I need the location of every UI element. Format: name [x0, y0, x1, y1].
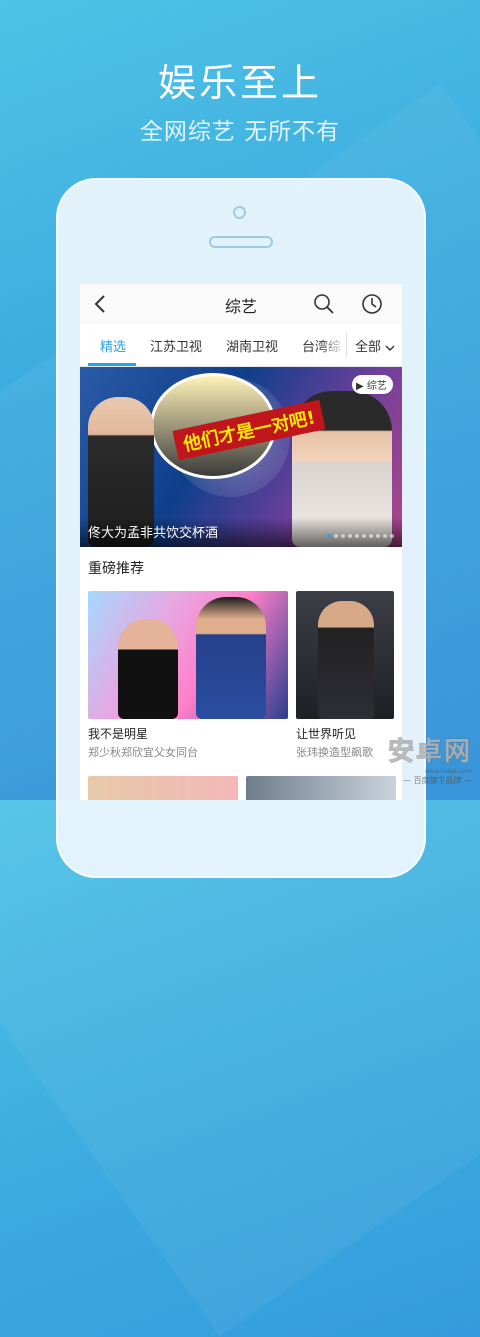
- carousel-dot[interactable]: [348, 534, 352, 538]
- video-card[interactable]: 让世界听见 张玮换造型飙歌: [296, 591, 394, 760]
- tab-jiangsu[interactable]: 江苏卫视: [150, 336, 202, 355]
- carousel-dot[interactable]: [383, 534, 387, 538]
- phone-camera: [233, 206, 246, 219]
- video-thumbnail: [296, 591, 394, 719]
- thumbnail-figure: [118, 619, 178, 719]
- watermark: 安卓网 www.hiapk.com — 百度旗下品牌 —: [387, 731, 472, 786]
- promo-subtitle: 全网综艺 无所不有: [139, 119, 341, 145]
- play-icon: ▶: [356, 381, 364, 392]
- carousel-dot[interactable]: [376, 534, 380, 538]
- tab-divider: [346, 332, 347, 358]
- carousel-dot[interactable]: [334, 534, 338, 538]
- carousel-dot[interactable]: [362, 534, 366, 538]
- recommend-cards: 我不是明星 郑少秋郑欣宜父女同台 让世界听见 张玮换造型飙歌: [80, 591, 402, 761]
- card-title: 让世界听见: [296, 727, 357, 741]
- category-tabs: 精选 江苏卫视 湖南卫视 台湾综 全部: [80, 324, 402, 367]
- carousel-dots: [327, 534, 394, 538]
- watermark-subtitle: — 百度旗下品牌 —: [402, 776, 472, 785]
- all-categories-label: 全部: [355, 340, 382, 355]
- carousel-dot[interactable]: [390, 534, 394, 538]
- search-icon[interactable]: [312, 292, 336, 316]
- navbar: 综艺: [80, 284, 402, 324]
- banner-caption: 佟大为孟非共饮交杯酒: [88, 526, 219, 541]
- promo-title: 娱乐至上: [157, 61, 322, 105]
- video-thumbnail: [88, 591, 288, 719]
- video-card[interactable]: 我不是明星 郑少秋郑欣宜父女同台: [88, 591, 288, 760]
- section-title: 重磅推荐: [88, 561, 144, 577]
- thumbnail-figure: [196, 597, 266, 719]
- video-thumbnail[interactable]: [88, 776, 238, 800]
- thumbnail-figure: [318, 601, 374, 719]
- card-subtitle: 张玮换造型飙歌: [296, 746, 373, 759]
- card-subtitle: 郑少秋郑欣宜父女同台: [88, 746, 198, 759]
- tab-overflow-fade: [320, 324, 346, 366]
- video-thumbnail[interactable]: [246, 776, 396, 800]
- watermark-url: www.hiapk.com: [424, 768, 472, 775]
- tab-featured[interactable]: 精选: [100, 336, 126, 355]
- watermark-logo: 安卓网: [387, 737, 472, 768]
- page-title: 综艺: [224, 297, 257, 316]
- banner-channel-logo: ▶ 综艺: [352, 375, 393, 394]
- phone-speaker: [209, 236, 273, 248]
- carousel-dot[interactable]: [341, 534, 345, 538]
- clock-icon[interactable]: [360, 292, 384, 316]
- card-title: 我不是明星: [88, 727, 149, 741]
- carousel-dot[interactable]: [355, 534, 359, 538]
- carousel-dot[interactable]: [327, 534, 331, 538]
- carousel-dot[interactable]: [369, 534, 373, 538]
- chevron-down-icon: [385, 345, 395, 351]
- tab-hunan[interactable]: 湖南卫视: [226, 336, 278, 355]
- active-tab-indicator: [88, 363, 136, 366]
- featured-banner[interactable]: 他们才是一对吧! ▶ 综艺 佟大为孟非共饮交杯酒: [80, 367, 402, 547]
- app-screen: 综艺 精选 江苏卫视 湖南卫视 台湾综 全部 他们才是一对吧! ▶: [80, 284, 402, 800]
- banner-logo-label: 综艺: [366, 381, 387, 392]
- all-categories-button[interactable]: 全部: [355, 336, 395, 355]
